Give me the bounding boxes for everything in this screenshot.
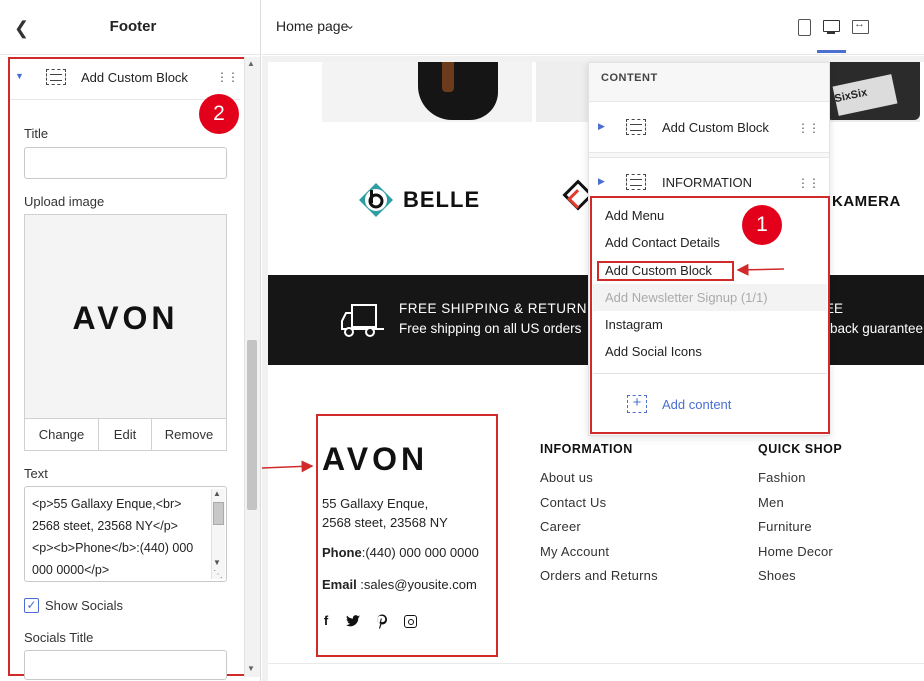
chevron-down-icon[interactable]: ⌄ [345,18,355,32]
panel-scroll-thumb[interactable] [247,340,257,510]
shipping-title: FREE SHIPPING & RETURN [399,301,588,316]
phone-value: :(440) 000 000 0000 [361,545,479,560]
fullwidth-view-icon[interactable] [851,18,869,36]
footer-link[interactable]: Career [540,517,658,542]
footer-link[interactable]: Home Decor [758,542,833,567]
footer-address-line: 2568 steet, 23568 NY [322,515,448,530]
menu-item-add-menu[interactable]: Add Menu [605,208,664,223]
menu-item-add-newsletter-signup: Add Newsletter Signup (1/1) [605,290,768,305]
menu-item-add-contact-details[interactable]: Add Contact Details [605,235,720,250]
change-image-button[interactable]: Change [25,419,99,450]
drag-handle-icon[interactable]: ⋮⋮ [797,176,820,190]
text-field-label: Text [24,466,48,481]
phone-label: Phone [322,545,362,560]
show-socials-label: Show Socials [45,598,124,613]
title-input[interactable] [24,147,227,179]
custom-block-label: Add Custom Block [81,70,188,85]
footer-link[interactable]: Contact Us [540,493,658,518]
step-badge-2: 2 [199,94,239,134]
page-select-dropdown[interactable]: Home page [276,18,348,34]
scroll-down-icon[interactable]: ▼ [247,664,255,673]
active-device-indicator [817,50,846,53]
content-row-label: Add Custom Block [662,120,769,135]
content-row-label: INFORMATION [662,175,753,190]
divider [268,663,924,664]
footer-address: 55 Gallaxy Enque, 2568 steet, 23568 NY [322,494,448,532]
socials-title-label: Socials Title [24,630,94,645]
textarea-scroll-thumb[interactable] [213,502,224,525]
quick-shop-links: Fashion Men Furniture Home Decor Shoes [758,468,833,591]
footer-link[interactable]: About us [540,468,658,493]
quick-shop-heading: QUICK SHOP [758,442,843,456]
step-badge-1: 1 [742,205,782,245]
footer-link[interactable]: Men [758,493,833,518]
facebook-icon[interactable]: f [318,613,334,629]
upload-image-label: Upload image [24,194,105,209]
guarantee-subtitle: back guarantee [830,321,924,336]
text-editor-textarea[interactable]: <p>55 Gallaxy Enque,<br> 2568 steet, 235… [24,486,227,582]
scroll-up-icon[interactable]: ▲ [213,489,221,498]
twitter-icon[interactable] [345,613,361,629]
kamera-brand-text: KAMERA [832,193,901,210]
footer-email: Email :sales@yousite.com [322,577,477,592]
footer-phone: Phone:(440) 000 000 0000 [322,545,479,560]
mobile-view-icon[interactable] [796,18,812,36]
avon-logo-image: AVON [72,300,179,336]
shipping-subtitle: Free shipping on all US orders [399,321,582,336]
resize-grip-icon[interactable]: ⋱ [213,569,223,580]
footer-logo: AVON [322,441,429,477]
title-field-label: Title [24,126,49,141]
image-actions: Change Edit Remove [24,419,227,451]
add-content-button[interactable]: Add content [662,397,731,412]
menu-item-instagram[interactable]: Instagram [605,317,663,332]
belle-logo-icon [359,183,393,217]
content-heading: CONTENT [601,72,658,84]
drag-handle-icon[interactable]: ⋮⋮ [216,70,239,84]
scroll-up-icon[interactable]: ▲ [247,59,255,68]
edit-image-button[interactable]: Edit [99,419,152,450]
email-value: :sales@yousite.com [356,577,477,592]
backpack-strap [442,62,454,92]
divider [593,373,827,374]
custom-block-icon [46,69,66,85]
information-heading: INFORMATION [540,442,633,456]
instagram-icon[interactable] [402,613,418,629]
truck-icon [341,304,384,337]
pinterest-icon[interactable] [374,613,390,629]
footer-link[interactable]: Fashion [758,468,833,493]
caret-right-icon[interactable]: ▶ [598,121,605,132]
drag-handle-icon[interactable]: ⋮⋮ [797,121,820,135]
panel-title: Footer [109,18,157,35]
remove-image-button[interactable]: Remove [152,419,226,450]
backpack-image [418,62,498,120]
footer-address-line: 55 Gallaxy Enque, [322,496,429,511]
show-socials-checkbox[interactable]: ✓ [24,598,39,613]
scroll-down-icon[interactable]: ▼ [213,558,221,567]
footer-link[interactable]: Orders and Returns [540,566,658,591]
email-label: Email [322,577,357,592]
caret-right-icon[interactable]: ▶ [598,176,605,187]
custom-block-icon [626,174,646,190]
socials-title-input[interactable] [24,650,227,680]
menu-item-add-social-icons[interactable]: Add Social Icons [605,344,702,359]
custom-block-icon [626,119,646,135]
desktop-view-icon[interactable] [822,18,840,36]
footer-link[interactable]: Shoes [758,566,833,591]
footer-link[interactable]: My Account [540,542,658,567]
add-content-icon[interactable]: + [627,395,647,413]
belle-brand-text: BELLE [403,187,481,212]
information-links: About us Contact Us Career My Account Or… [540,468,658,591]
footer-link[interactable]: Furniture [758,517,833,542]
annotation-highlight-box [597,261,734,281]
caret-down-icon[interactable]: ▼ [15,71,24,81]
